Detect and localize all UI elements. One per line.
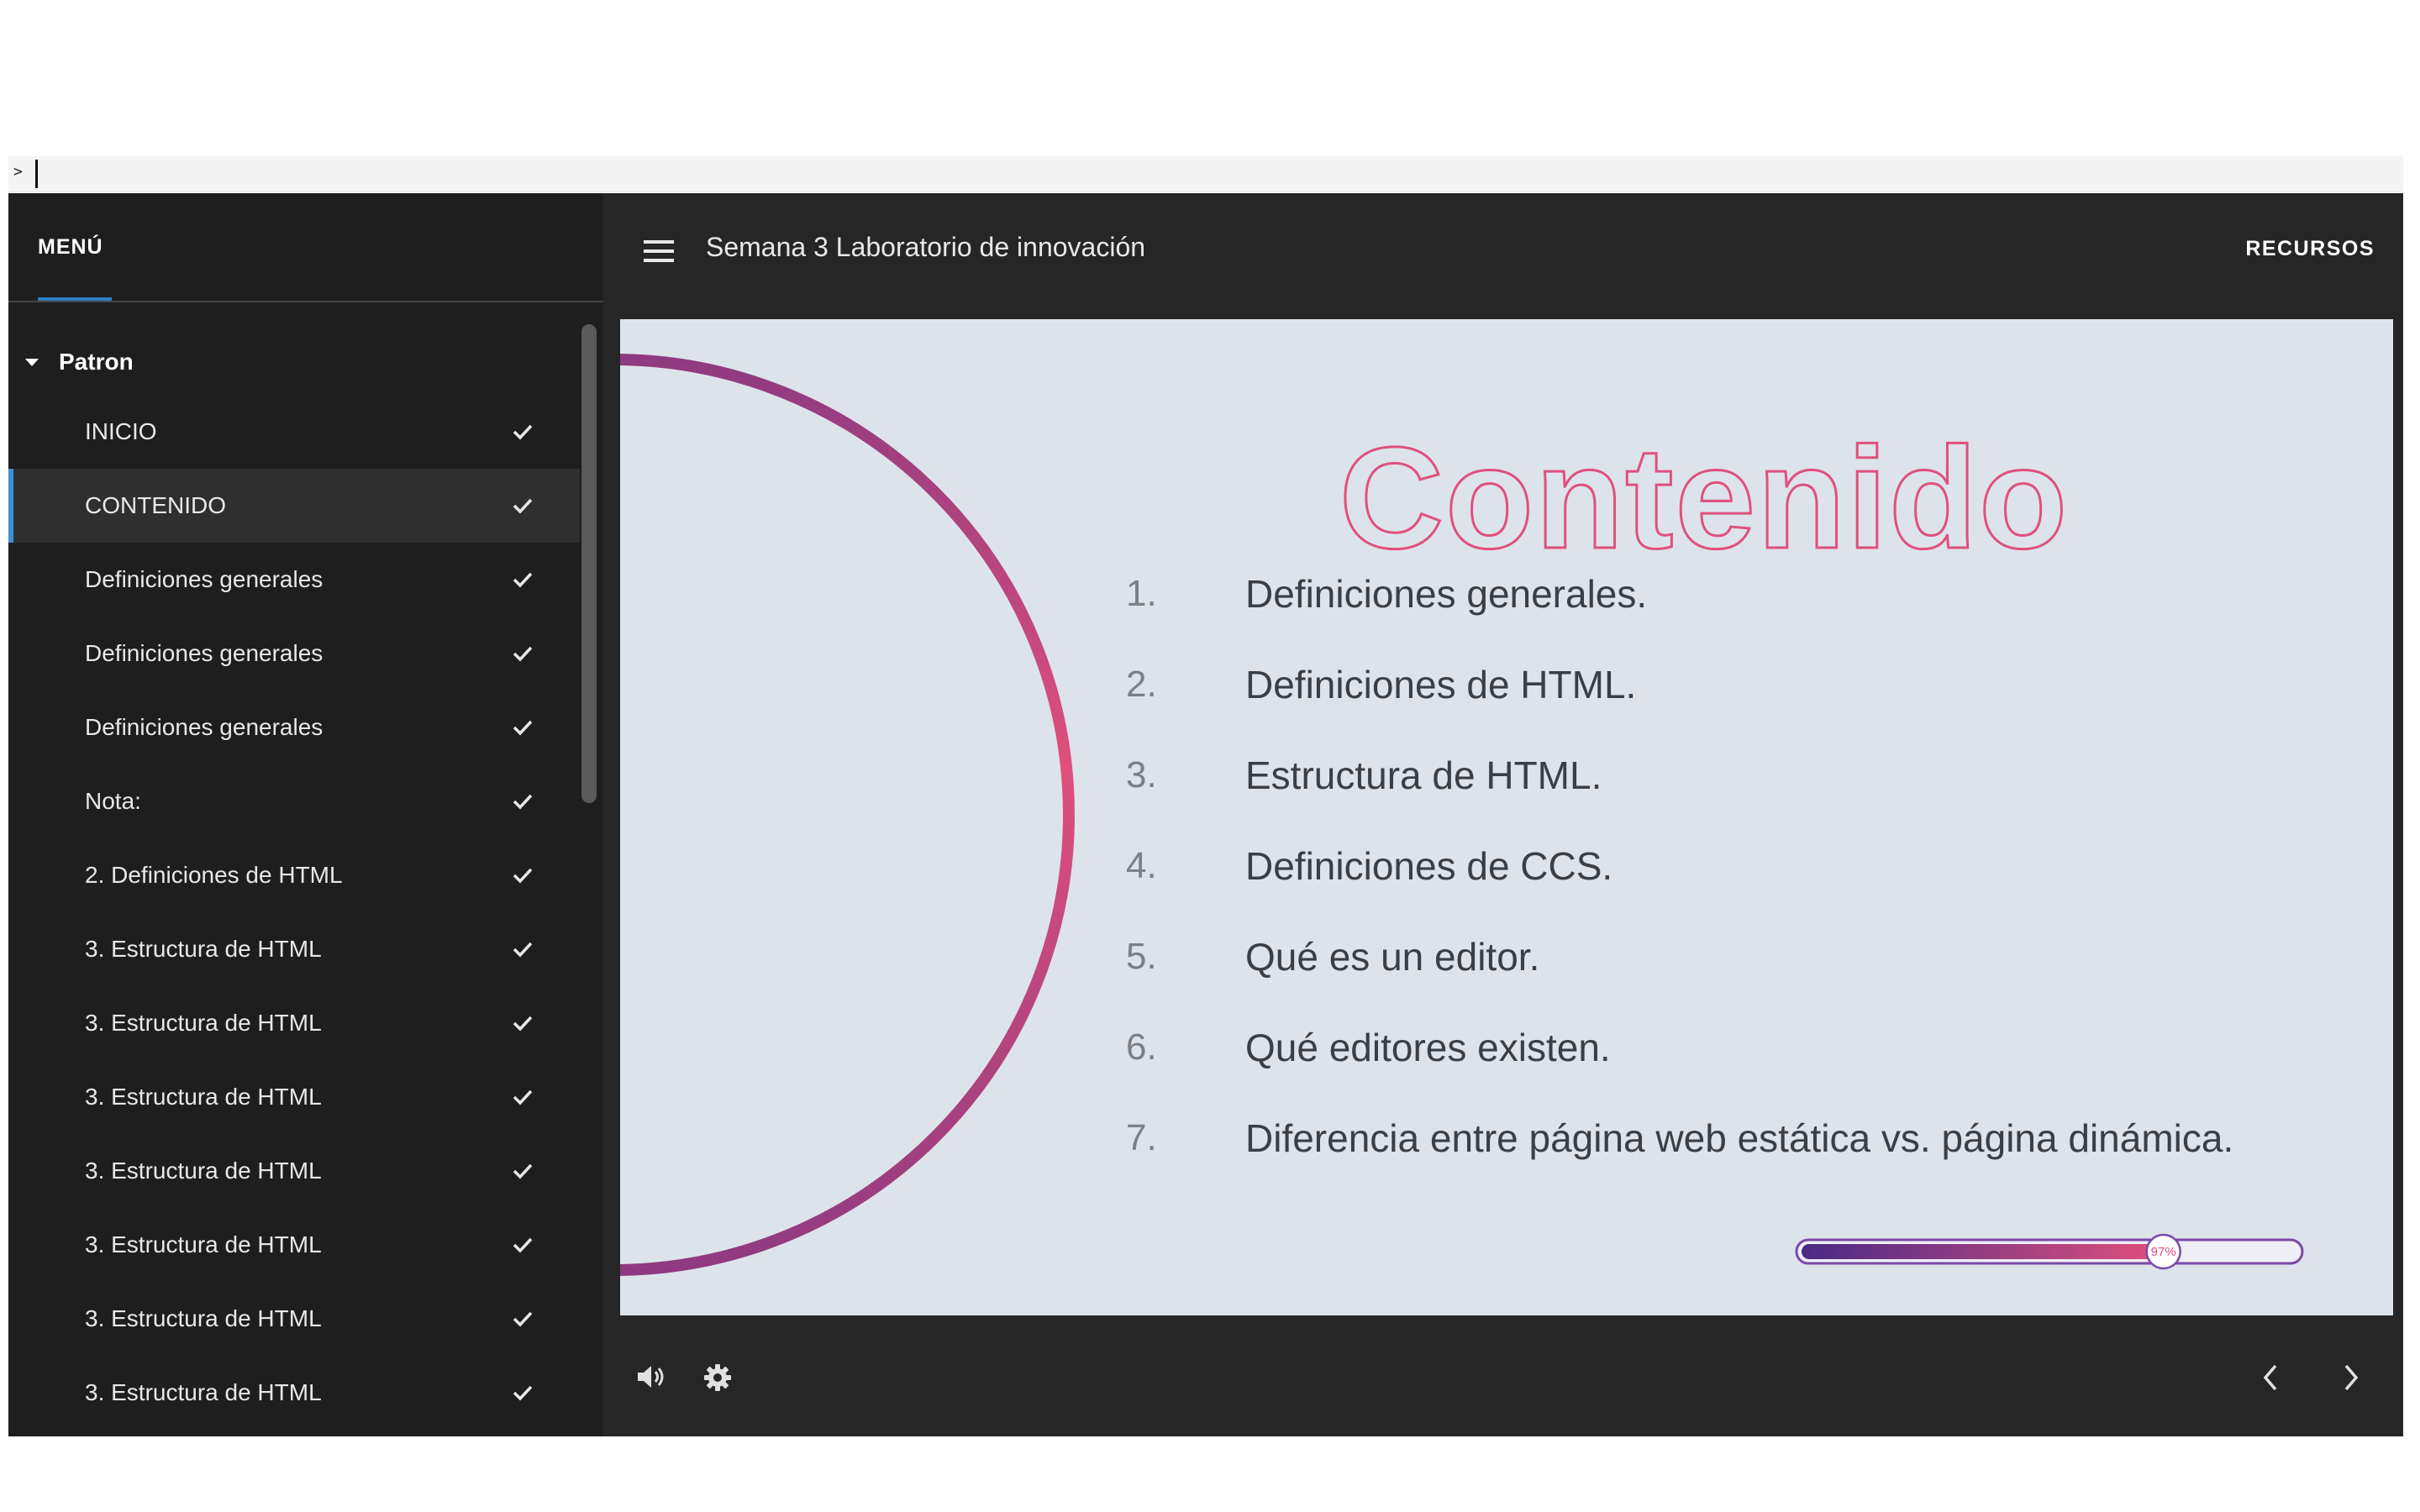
content-list-item: Definiciones de HTML. xyxy=(1245,663,1637,706)
checkmark-icon xyxy=(508,712,538,743)
sidebar-item-label: 3. Estructura de HTML xyxy=(85,1379,322,1405)
checkmark-icon xyxy=(508,860,538,890)
checkmark-icon xyxy=(508,491,538,521)
content-list-number: 7. xyxy=(1126,1117,1157,1158)
bottom-bar xyxy=(603,1315,2403,1436)
checkmark-icon xyxy=(508,1378,538,1408)
gear-icon[interactable] xyxy=(701,1361,734,1394)
menu-tab[interactable]: MENÚ xyxy=(38,235,103,260)
content-list-item: Qué es un editor. xyxy=(1245,935,1540,979)
sidebar-item-label: INICIO xyxy=(85,418,157,444)
content-list-item: Qué editores existen. xyxy=(1245,1026,1611,1069)
content-list-item: Definiciones de CCS. xyxy=(1245,844,1613,888)
sidebar-item-label: 3. Estructura de HTML xyxy=(85,936,322,962)
menu-tab-indicator xyxy=(38,297,112,301)
content-list-number: 4. xyxy=(1126,845,1157,886)
sidebar-item[interactable]: 3. Estructura de HTML xyxy=(8,986,580,1060)
sidebar-item[interactable]: 3. Estructura de HTML xyxy=(8,912,580,986)
sidebar-item[interactable]: Definiciones generales xyxy=(8,690,580,764)
sidebar-item-label: 3. Estructura de HTML xyxy=(85,1231,322,1257)
sidebar-item-label: Definiciones generales xyxy=(85,714,324,740)
svg-text:97%: 97% xyxy=(2151,1245,2176,1259)
content-list-number: 2. xyxy=(1126,664,1157,705)
content-list-number: 3. xyxy=(1126,754,1157,795)
sidebar-item[interactable]: 3. Estructura de HTML xyxy=(8,1356,580,1430)
content-list-item: Definiciones generales. xyxy=(1245,572,1648,616)
sidebar-item[interactable]: Definiciones generales xyxy=(8,617,580,690)
sidebar-item-label: Definiciones generales xyxy=(85,640,324,666)
checkmark-icon xyxy=(508,564,538,595)
hamburger-menu-icon[interactable] xyxy=(644,240,676,264)
content-list-item: Estructura de HTML. xyxy=(1245,753,1602,797)
chevron-left-icon[interactable] xyxy=(2255,1362,2286,1393)
checkmark-icon xyxy=(508,1156,538,1186)
sidebar-item[interactable]: 3. Estructura de HTML xyxy=(8,1208,580,1282)
sidebar-item-label: 3. Estructura de HTML xyxy=(85,1305,322,1331)
checkmark-icon xyxy=(508,1008,538,1038)
console-bar[interactable]: > xyxy=(8,156,2403,192)
checkmark-icon xyxy=(508,638,538,669)
content-list-number: 1. xyxy=(1126,573,1157,614)
sidebar-item-label: 3. Estructura de HTML xyxy=(85,1084,322,1110)
sidebar-item-list: INICIO CONTENIDO Definiciones generales Def… xyxy=(8,395,580,1430)
progress-bar: 97% xyxy=(1795,1233,2304,1270)
menu-header: MENÚ xyxy=(8,193,603,302)
text-caret xyxy=(35,160,38,188)
sidebar-item[interactable]: 3. Estructura de HTML xyxy=(8,1060,580,1134)
checkmark-icon xyxy=(508,1230,538,1260)
sidebar-item-label: 3. Estructura de HTML xyxy=(85,1010,322,1036)
section-toggle-patron[interactable]: Patron xyxy=(8,331,580,393)
resources-button[interactable]: RECURSOS xyxy=(2245,237,2375,261)
sidebar-item-label: 3. Estructura de HTML xyxy=(85,1158,322,1184)
caret-down-icon xyxy=(25,358,39,366)
slide-canvas: Contenido 1. Definiciones generales. 2. Def… xyxy=(620,319,2393,1315)
sidebar-item[interactable]: 2. Definiciones de HTML xyxy=(8,838,580,912)
sidebar-item[interactable]: Definiciones generales xyxy=(8,543,580,617)
sidebar-item[interactable]: 3. Estructura de HTML xyxy=(8,1134,580,1208)
checkmark-icon xyxy=(508,1082,538,1112)
sidebar-item[interactable]: INICIO xyxy=(8,395,580,469)
sidebar-item[interactable]: CONTENIDO xyxy=(8,469,580,543)
sidebar-item[interactable]: 3. Estructura de HTML xyxy=(8,1282,580,1356)
content-list-number: 5. xyxy=(1126,936,1157,977)
sidebar-item-label: CONTENIDO xyxy=(85,492,226,518)
sidebar-item[interactable]: Nota: xyxy=(8,764,580,838)
checkmark-icon xyxy=(508,1304,538,1334)
sidebar-item-label: Definiciones generales xyxy=(85,566,324,592)
sidebar-scrollbar[interactable] xyxy=(581,324,597,803)
course-title: Semana 3 Laboratorio de innovación xyxy=(706,232,1146,262)
sidebar-item-label: Nota: xyxy=(85,788,141,814)
speaker-icon[interactable] xyxy=(634,1362,667,1391)
top-bar: Semana 3 Laboratorio de innovación RECUR… xyxy=(603,193,2403,316)
course-player: MENÚ Patron INICIO CONTENIDO Definiciones … xyxy=(8,193,2403,1436)
content-list: 1. Definiciones generales. 2. Definiciones … xyxy=(620,319,2393,1315)
checkmark-icon xyxy=(508,934,538,964)
checkmark-icon xyxy=(508,417,538,447)
checkmark-icon xyxy=(508,786,538,816)
content-list-number: 6. xyxy=(1126,1026,1157,1068)
console-prompt: > xyxy=(13,163,23,181)
content-list-item: Diferencia entre página web estática vs.… xyxy=(1245,1116,2234,1160)
sidebar-item-label: 2. Definiciones de HTML xyxy=(85,862,343,888)
sidebar: MENÚ Patron INICIO CONTENIDO Definiciones … xyxy=(8,193,603,1436)
chevron-right-icon[interactable] xyxy=(2336,1362,2366,1393)
section-label: Patron xyxy=(59,349,134,375)
